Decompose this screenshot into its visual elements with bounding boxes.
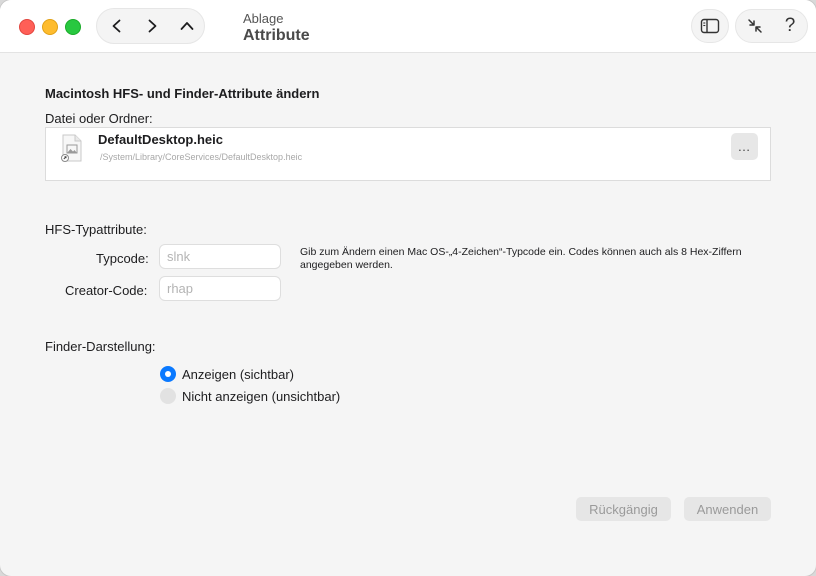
chevron-left-icon <box>112 19 121 33</box>
up-button[interactable] <box>169 9 205 43</box>
typecode-help-text: Gib zum Ändern einen Mac OS-„4-Zeichen“-… <box>300 246 742 271</box>
file-name: DefaultDesktop.heic <box>98 132 223 147</box>
chevron-right-icon <box>148 19 157 33</box>
window-subtitle: Ablage <box>243 11 284 26</box>
choose-file-button[interactable]: … <box>731 133 758 160</box>
collapse-arrows-icon <box>748 19 762 33</box>
chevron-up-icon <box>180 22 194 30</box>
attribute-window: Ablage Attribute ? Macintosh HFS- und Fi… <box>0 0 816 576</box>
navigation-group <box>96 8 205 44</box>
finder-section-title: Finder-Darstellung: <box>45 339 156 354</box>
section-title: Macintosh HFS- und Finder-Attribute ände… <box>45 86 320 101</box>
apply-button[interactable]: Anwenden <box>684 497 771 521</box>
radio-visible[interactable] <box>160 366 176 382</box>
creator-code-input[interactable] <box>159 276 281 301</box>
zoom-window-button[interactable] <box>65 19 81 35</box>
minimize-window-button[interactable] <box>42 19 58 35</box>
help-icon: ? <box>784 15 796 36</box>
collapse-button[interactable] <box>737 10 773 42</box>
creator-code-label: Creator-Code: <box>65 283 148 298</box>
window-title: Attribute <box>243 27 310 44</box>
hfs-section-title: HFS-Typattribute: <box>45 222 147 237</box>
help-button[interactable]: ? <box>772 10 808 42</box>
close-window-button[interactable] <box>19 19 35 35</box>
file-label: Datei oder Ordner: <box>45 111 153 126</box>
forward-button[interactable] <box>134 9 170 43</box>
toolbar-group: ? <box>735 9 808 43</box>
toggle-sidebar-button[interactable] <box>691 9 729 43</box>
radio-invisible[interactable] <box>160 388 176 404</box>
typecode-input[interactable] <box>159 244 281 269</box>
file-selector: DefaultDesktop.heic /System/Library/Core… <box>45 127 771 181</box>
typecode-label: Typcode: <box>96 251 149 266</box>
title-bar: Ablage Attribute ? <box>0 0 816 53</box>
file-path: /System/Library/CoreServices/DefaultDesk… <box>100 152 303 162</box>
radio-visible-label[interactable]: Anzeigen (sichtbar) <box>182 367 294 382</box>
radio-invisible-label[interactable]: Nicht anzeigen (unsichtbar) <box>182 389 340 404</box>
revert-button[interactable]: Rückgängig <box>576 497 671 521</box>
image-file-icon <box>61 134 82 162</box>
back-button[interactable] <box>99 9 135 43</box>
sidebar-icon <box>700 18 720 34</box>
